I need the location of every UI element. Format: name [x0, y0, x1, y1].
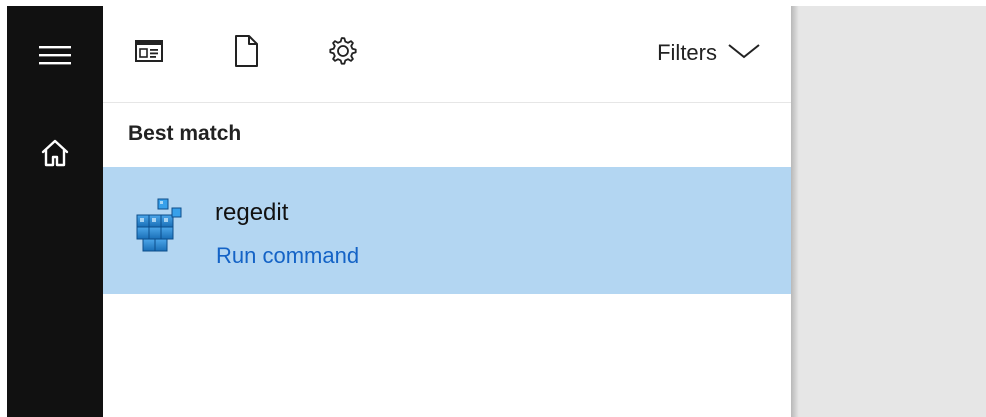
filters-dropdown[interactable]: Filters: [657, 36, 761, 70]
background-area: [799, 6, 986, 417]
apps-filter-button[interactable]: [132, 36, 166, 70]
apps-icon: [133, 37, 165, 70]
registry-editor-icon: [133, 193, 185, 253]
search-toolbar: Filters: [103, 6, 791, 103]
home-icon: [38, 136, 72, 175]
document-icon: [233, 34, 259, 73]
menu-button[interactable]: [7, 32, 103, 82]
hamburger-menu-icon: [37, 43, 73, 72]
best-match-result[interactable]: regedit Run command: [103, 167, 791, 294]
chevron-down-icon: [727, 40, 761, 66]
search-window: Filters Best match regedit Run command: [0, 0, 986, 417]
home-button[interactable]: [7, 130, 103, 180]
result-subtitle: Run command: [216, 243, 360, 268]
panel-shadow: [791, 6, 799, 417]
settings-filter-button[interactable]: [325, 36, 359, 70]
result-title: regedit: [215, 199, 289, 226]
search-results-panel: Filters Best match regedit Run command: [103, 6, 791, 417]
filters-label: Filters: [657, 40, 717, 65]
best-match-heading: Best match: [128, 122, 242, 145]
gear-icon: [325, 34, 359, 73]
left-navigation-rail: [7, 6, 103, 417]
documents-filter-button[interactable]: [229, 34, 263, 73]
